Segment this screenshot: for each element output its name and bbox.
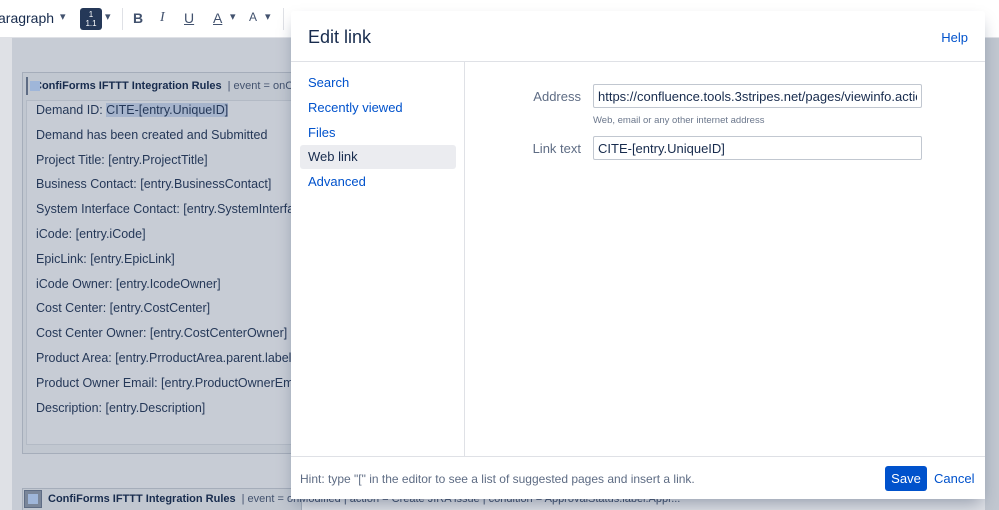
line-text: Product Owner Email: [entry.ProductOwner… [36, 375, 310, 390]
line-text: Business Contact: [entry.BusinessContact… [36, 177, 272, 192]
link-text-label: Link text [532, 141, 581, 156]
nav-item-search[interactable]: Search [300, 71, 456, 95]
numbered-list-icon[interactable]: 1 1.1 [80, 8, 102, 30]
edit-link-dialog: Edit link Help Search Recently viewed Fi… [291, 11, 985, 499]
text-color-button[interactable]: A [213, 10, 222, 26]
dialog-footer: Hint: type "[" in the editor to see a li… [291, 456, 985, 499]
save-button[interactable]: Save [885, 466, 927, 491]
macro-body-line: iCode: [entry.iCode] [36, 227, 146, 241]
nav-item-web-link[interactable]: Web link [300, 145, 456, 169]
cancel-button[interactable]: Cancel [934, 471, 974, 486]
macro-title: ConfiForms IFTTT Integration Rules [48, 493, 236, 505]
underline-button[interactable]: U [184, 10, 194, 26]
chevron-down-icon[interactable]: ▾ [105, 10, 111, 23]
line-text: Cost Center: [entry.CostCenter] [36, 301, 211, 316]
line-text: Description: [entry.Description] [36, 400, 206, 415]
nav-item-recently-viewed[interactable]: Recently viewed [300, 96, 456, 120]
line-text: EpicLink: [entry.EpicLink] [36, 251, 175, 266]
macro-header: ConfiForms IFTTT Integration Rules | eve… [24, 74, 309, 98]
link-type-nav: Search Recently viewed Files Web link Ad… [291, 62, 465, 456]
help-link[interactable]: Help [941, 30, 968, 45]
macro-body-line: Product Owner Email: [entry.ProductOwner… [36, 376, 309, 390]
link-text-input[interactable] [593, 136, 922, 160]
toolbar-divider [122, 8, 123, 30]
macro-body-line: Description: [entry.Description] [36, 401, 205, 415]
bold-button[interactable]: B [133, 10, 143, 26]
macro-body-line: System Interface Contact: [entry.SystemI… [36, 202, 323, 216]
macro-body-line: EpicLink: [entry.EpicLink] [36, 252, 175, 266]
footer-hint: Hint: type "[" in the editor to see a li… [300, 472, 695, 486]
line-text: System Interface Contact: [entry.SystemI… [36, 202, 324, 217]
address-label: Address [533, 89, 581, 104]
chevron-down-icon[interactable]: ▾ [265, 10, 271, 23]
line-text: Demand ID: [36, 103, 107, 117]
more-formatting-button[interactable]: A [249, 10, 257, 24]
macro-body-line: Product Area: [entry.PrroductArea.parent… [36, 351, 316, 365]
macro-body-line: Cost Center: [entry.CostCenter] [36, 301, 210, 315]
editor-right-margin [985, 38, 999, 510]
dialog-title: Edit link [308, 27, 372, 47]
address-input[interactable] [593, 84, 922, 108]
selected-text: CITE-[entry.UniqueID] [106, 103, 229, 117]
nav-item-files[interactable]: Files [300, 121, 456, 145]
line-text: Demand has been created and Submitted [36, 127, 268, 142]
chevron-down-icon[interactable]: ▾ [60, 10, 66, 23]
line-text: Product Area: [entry.PrroductArea.parent… [36, 351, 317, 365]
macro-icon [26, 77, 40, 95]
paragraph-style-dropdown[interactable]: aragraph [0, 10, 54, 26]
address-hint: Web, email or any other internet address [593, 115, 765, 126]
chevron-down-icon[interactable]: ▾ [230, 10, 236, 23]
toolbar-divider [283, 8, 284, 30]
line-text: iCode Owner: [entry.IcodeOwner] [36, 276, 221, 291]
macro-icon [24, 490, 42, 508]
line-text: Cost Center Owner: [entry.CostCenterOwne… [36, 326, 288, 341]
line-text: Project Title: [entry.ProjectTitle] [36, 152, 208, 167]
dialog-header: Edit link Help [291, 11, 985, 62]
nav-item-advanced[interactable]: Advanced [300, 170, 456, 194]
macro-body-line: Demand has been created and Submitted [36, 128, 267, 142]
macro-body-line: Cost Center Owner: [entry.CostCenterOwne… [36, 326, 287, 340]
macro-body-line: Business Contact: [entry.BusinessContact… [36, 177, 271, 191]
macro-body-line: Demand ID: CITE-[entry.UniqueID] [36, 103, 229, 117]
italic-button[interactable]: I [160, 10, 165, 26]
line-text: iCode: [entry.iCode] [36, 227, 146, 241]
macro-body-line: iCode Owner: [entry.IcodeOwner] [36, 277, 221, 291]
macro-body-line: Project Title: [entry.ProjectTitle] [36, 153, 208, 167]
macro-title: ConfiForms IFTTT Integration Rules [34, 80, 222, 92]
